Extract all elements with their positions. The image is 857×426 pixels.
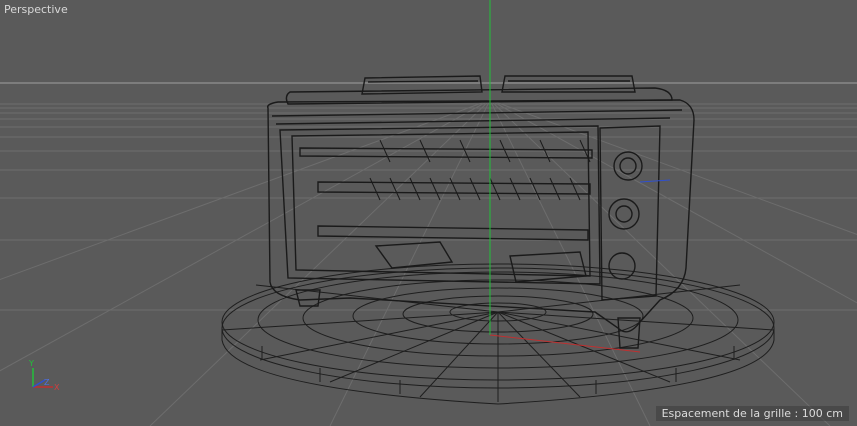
toaster-oven-model[interactable] (267, 75, 695, 349)
gizmo-y-label: Y (28, 359, 34, 368)
z-axis-line (639, 179, 671, 183)
grid-spacing-info: Espacement de la grille : 100 cm (655, 406, 849, 421)
gizmo-z-label: Z (44, 378, 50, 387)
scene-canvas[interactable]: Y Z X (0, 0, 857, 426)
view-name-label[interactable]: Perspective (4, 3, 68, 16)
platform-disk[interactable] (221, 263, 775, 405)
gizmo-x-label: X (54, 383, 60, 392)
3d-viewport[interactable]: Y Z X Perspective Espacement de la grill… (0, 0, 857, 426)
axis-gizmo: Y Z X (28, 359, 60, 392)
